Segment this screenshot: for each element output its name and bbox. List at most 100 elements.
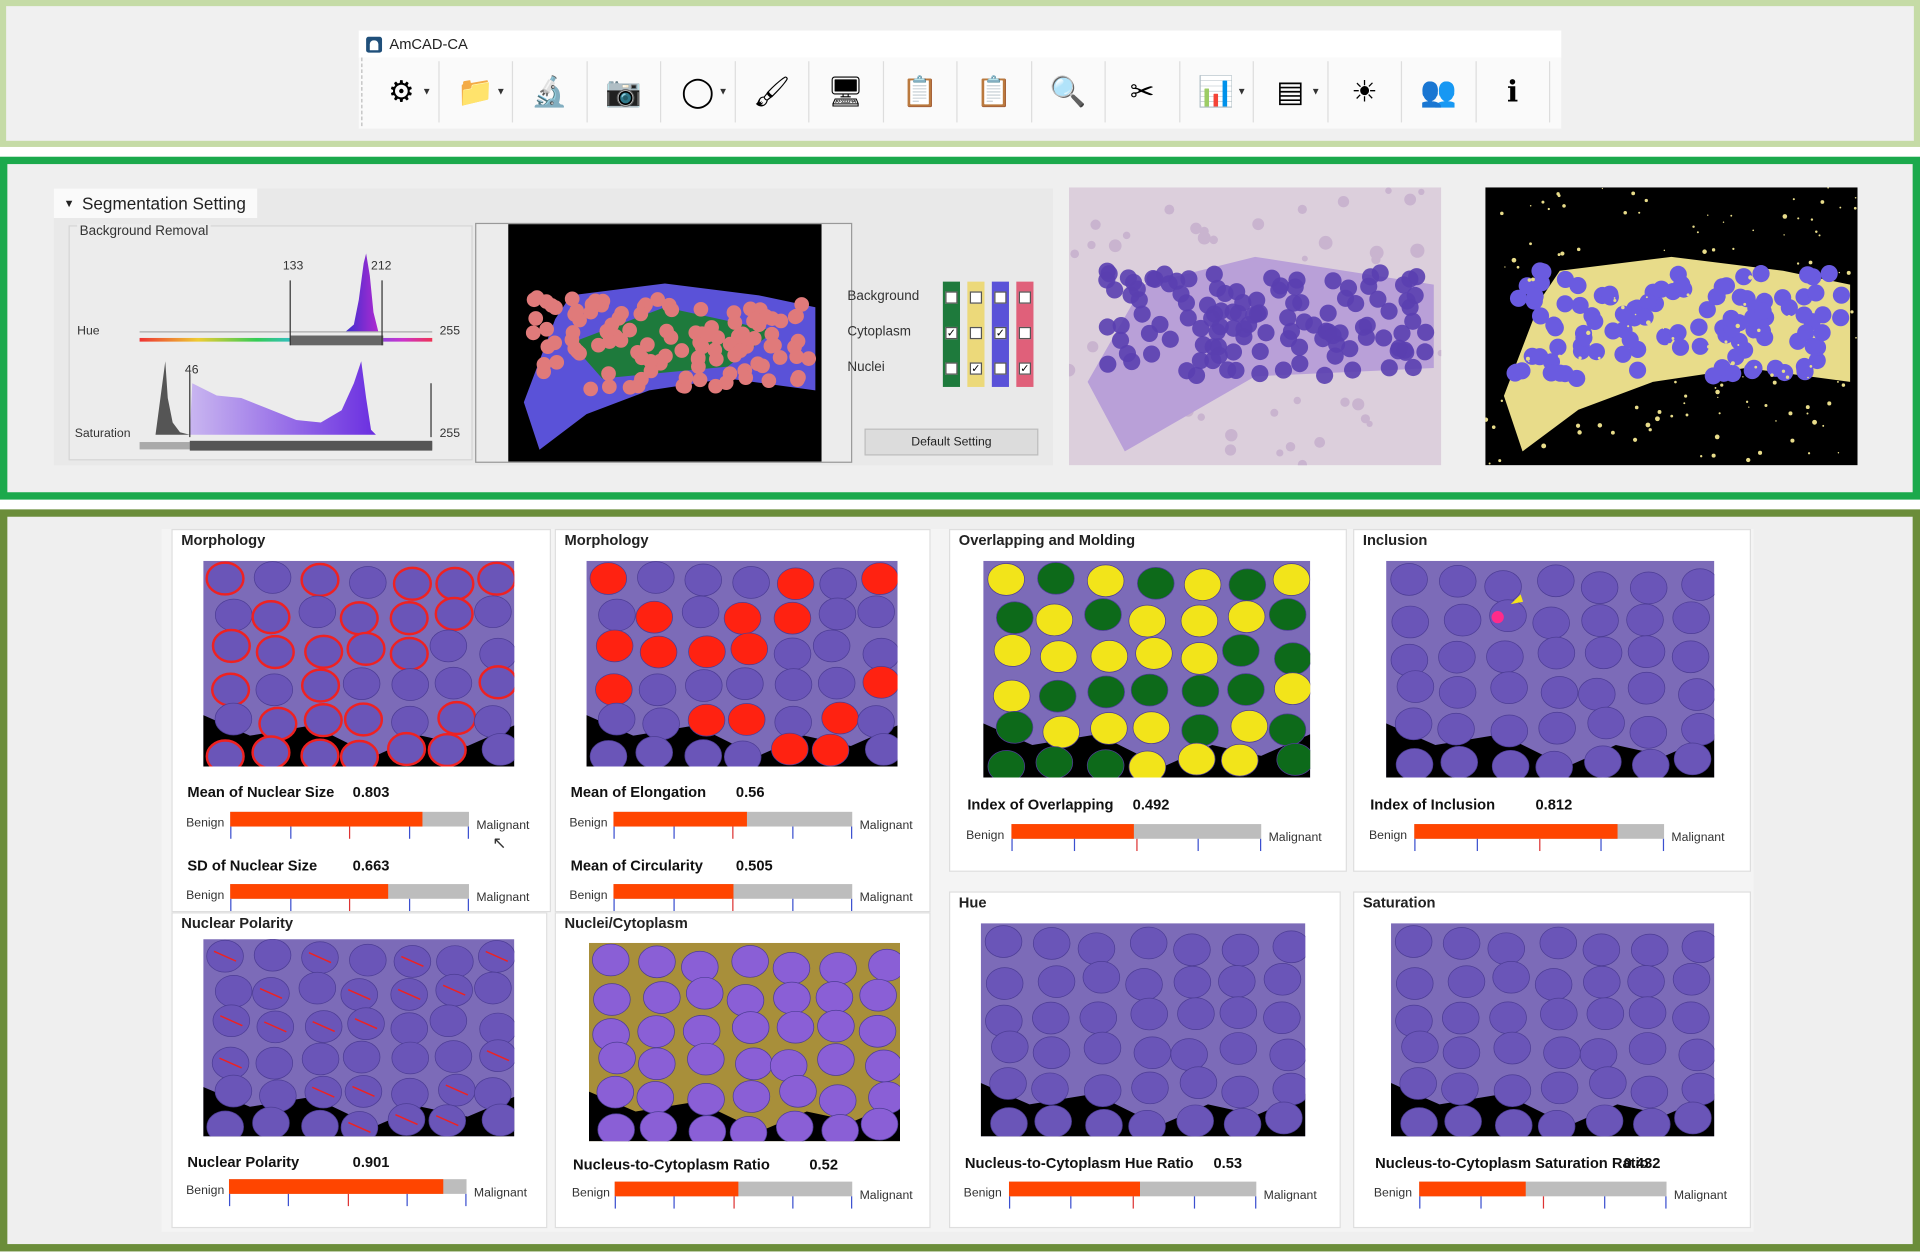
saturation-low-value: 46 [184, 363, 199, 378]
malignant-label: Malignant [1268, 831, 1322, 845]
scale-tick [732, 898, 734, 912]
app-window: AmCAD-CA ⚙ ▼ 📁 ▼ 🔬 📷 ◯ ▼ 🖌 🖥 📋 📋 🔍 ✂ 📊 ▼ ▤ ▼ ☀ 👥 ℹ [358, 30, 1562, 129]
metric-label: Index of Overlapping [967, 795, 1114, 814]
metric-label: Index of Inclusion [1370, 795, 1496, 814]
original-cytology-image [1068, 187, 1442, 466]
malignant-label: Malignant [1673, 1188, 1727, 1203]
class-checkbox[interactable] [945, 291, 958, 304]
hue-max-value: 255 [439, 324, 461, 338]
metric-label: Mean of Circularity [570, 857, 703, 875]
metric-value: 0.432 [1623, 1154, 1661, 1172]
scale-tick [1419, 1196, 1421, 1209]
benign-label: Benign [186, 816, 225, 831]
folder-button[interactable]: 📁 ▼ [439, 61, 514, 123]
settings-gear-button[interactable]: ⚙ ▼ [365, 61, 439, 123]
dropdown-arrow-icon[interactable]: ▼ [496, 86, 506, 97]
class-checkbox[interactable] [994, 362, 1007, 375]
dropdown-arrow-icon[interactable]: ▼ [718, 86, 728, 97]
scale-tick [791, 898, 793, 912]
metric-value: 0.812 [1535, 795, 1573, 814]
class-checkbox[interactable] [994, 291, 1007, 304]
scale-tick [1135, 838, 1137, 852]
hue-high-value: 212 [371, 259, 392, 274]
score-bar-fill [1008, 1181, 1141, 1197]
cell-analysis-image [1391, 923, 1715, 1137]
users-button[interactable]: 👥 [1402, 61, 1477, 123]
metric-value: 0.52 [809, 1155, 838, 1174]
cell-analysis-image [203, 939, 515, 1137]
class-checkbox[interactable]: ✓ [1018, 362, 1032, 375]
default-setting-button[interactable]: Default Setting [864, 428, 1039, 456]
dropdown-arrow-icon[interactable]: ▼ [1311, 86, 1321, 97]
scale-tick [614, 1196, 616, 1209]
metric-value: 0.53 [1213, 1154, 1243, 1172]
dropdown-arrow-icon[interactable]: ▼ [1237, 86, 1247, 97]
scale-tick [672, 826, 675, 839]
metric-value: 0.901 [352, 1153, 390, 1171]
metric-label: Mean of Elongation [570, 783, 707, 801]
score-bar [613, 811, 853, 839]
clipboard-paste-button[interactable]: 📋 [958, 61, 1032, 123]
info-book-button[interactable]: ℹ [1476, 61, 1551, 123]
class-checkbox[interactable] [969, 291, 983, 304]
eraser-brush-button[interactable]: 🖌 [735, 61, 810, 123]
segmentation-preview-image [508, 224, 822, 462]
rgb-color-button[interactable]: ▤ ▼ [1254, 61, 1328, 123]
scale-tick [408, 826, 410, 839]
scale-tick [348, 898, 351, 912]
brightness-button[interactable]: ☀ [1328, 61, 1403, 123]
malignant-label: Malignant [1263, 1188, 1317, 1203]
monitor-waveform-button[interactable]: 🖥 [809, 61, 884, 123]
class-label-nuclei: Nuclei [847, 360, 885, 375]
segmentation-panel: ▼ Segmentation Setting Background Removal… [53, 188, 1054, 466]
scale-tick [1600, 838, 1602, 852]
saturation-label: Saturation [74, 427, 131, 441]
class-checkbox[interactable] [945, 362, 958, 375]
class-checkbox[interactable]: ✓ [945, 326, 958, 340]
score-bar-fill [613, 811, 748, 827]
class-checkbox[interactable] [1018, 291, 1032, 304]
score-bar [228, 1179, 467, 1207]
metric-label: Nucleus-to-Cytoplasm Hue Ratio [964, 1154, 1194, 1172]
metric-value: 0.492 [1132, 795, 1170, 814]
score-bar-fill [614, 1181, 739, 1197]
class-checkbox[interactable]: ✓ [969, 362, 983, 375]
malignant-label: Malignant [859, 891, 913, 905]
metric-value: 0.56 [735, 783, 765, 801]
scale-tick [1197, 838, 1200, 852]
panel-title: Morphology [181, 531, 266, 549]
benign-label: Benign [963, 1186, 1002, 1201]
class-checkbox[interactable] [1018, 326, 1032, 340]
cell-analysis-image [203, 560, 515, 767]
cell-analysis-image [980, 923, 1306, 1137]
hue-range-slider[interactable] [290, 335, 384, 346]
scale-tick [230, 898, 232, 912]
scale-tick [289, 826, 291, 839]
collapse-triangle-icon[interactable]: ▼ [64, 197, 75, 209]
metric-label: SD of Nuclear Size [187, 857, 318, 875]
title-bar: AmCAD-CA [358, 30, 1562, 58]
benign-label: Benign [186, 1184, 225, 1198]
saturation-range-slider[interactable] [189, 440, 433, 451]
dropdown-arrow-icon[interactable]: ▼ [422, 86, 432, 97]
scale-tick [1073, 838, 1075, 852]
clipboard-button[interactable]: 📋 [883, 61, 958, 123]
scale-tick [791, 826, 793, 839]
freeform-region-button[interactable]: ◯ ▼ [661, 61, 736, 123]
scale-tick [1538, 838, 1540, 852]
histogram-button[interactable]: 📊 ▼ [1180, 61, 1254, 123]
class-checkbox[interactable]: ✓ [994, 326, 1007, 340]
metric-value: 0.803 [352, 783, 390, 801]
magnifier-button[interactable]: 🔍 [1032, 61, 1106, 123]
class-checkbox[interactable] [969, 326, 983, 340]
mouse-cursor-icon: ↖ [492, 832, 507, 853]
app-logo-icon [366, 36, 383, 53]
scale-tick [348, 826, 351, 839]
scissors-button[interactable]: ✂ [1106, 61, 1180, 123]
cell-analysis-image [983, 560, 1311, 778]
score-bar-fill [1011, 824, 1135, 839]
microscope-button[interactable]: 🔬 [513, 61, 588, 123]
metric-value: 0.663 [352, 857, 390, 875]
camera-button[interactable]: 📷 [587, 61, 662, 123]
segmentation-setting-header[interactable]: ▼ Segmentation Setting [53, 188, 258, 218]
